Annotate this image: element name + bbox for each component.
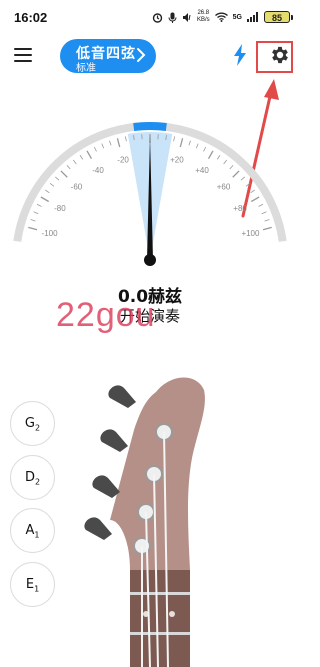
bass-headstock-illustration [84,377,205,667]
mic-icon [168,12,177,23]
menu-button[interactable] [14,46,32,64]
string-octave: 1 [34,584,40,594]
status-icons: 26.8 KB/s 5G 85 [152,10,293,24]
gauge-tick-label: -20 [117,156,129,165]
gauge-tick [264,219,270,222]
string-note: E [25,577,35,592]
gauge-tick-label: +80 [233,204,247,213]
gauge-tick [188,140,191,146]
annotation-highlight-box [256,41,293,73]
gauge-tick [49,182,55,187]
gauge-tick [33,211,39,215]
gauge-tick [45,189,50,194]
signal-label: 5G [232,13,242,21]
gauge-tick [30,219,36,222]
gauge-tick [79,155,84,160]
gauge-tick [258,203,264,207]
gauge-tick-label: -40 [92,166,104,175]
gauge-tick [262,226,272,231]
gauge-tick [55,176,60,181]
gauge-center-segment [133,122,167,131]
fret [130,632,190,635]
gauge-tick [250,196,260,203]
gauge-tick [28,226,38,231]
string-octave: 1 [34,530,40,540]
string-button-g2[interactable]: G2 [10,401,55,446]
hamburger-menu-icon [14,48,32,50]
string-button-e1[interactable]: E1 [10,562,55,607]
gauge-tick-label: +100 [241,229,260,238]
gauge-tick [66,165,71,170]
gauge-tick-label: -80 [54,204,66,213]
fret-marker [169,611,175,617]
string-note: D [24,470,35,485]
hamburger-line [14,60,32,62]
gauge-tick-label: +60 [217,182,231,191]
gauge-tick [245,182,251,187]
lightning-bolt-icon[interactable] [233,44,247,66]
net-speed: 26.8 KB/s [196,10,210,23]
gauge-tick [240,176,245,181]
gauge-tick [232,170,240,178]
gauge-tick [36,203,42,207]
bass-neck [130,570,190,667]
gauge-tick [261,211,267,215]
gauge-tick [195,143,199,149]
watermark: 22gou [56,296,156,334]
gauge-tick [116,138,121,148]
string-note: G [24,416,35,431]
gauge-tick [60,170,68,178]
gauge-tick-label: +20 [170,156,184,165]
wifi-icon [214,12,228,22]
gauge-tick [125,136,127,142]
chevron-right-icon [137,48,146,62]
status-time: 16:02 [14,10,48,25]
tuning-subtitle: 标准 [76,63,96,74]
gauge-tick [101,143,105,149]
gauge-tick [216,155,221,160]
gauge-tick [223,159,228,165]
gauge-tick-label: -100 [42,229,59,238]
gauge-tick [179,138,184,148]
gauge-tick [72,159,77,165]
fret [130,592,190,595]
gauge-tick [250,189,255,194]
gauge-tick [93,146,97,152]
signal-icon [247,12,258,22]
alarm-icon [152,12,163,23]
gauge-tick [229,165,234,170]
hamburger-line [14,54,32,56]
gauge-tick [173,136,175,142]
string-button-d2[interactable]: D2 [10,455,55,500]
string-octave: 2 [34,423,41,433]
gauge-tick [109,140,112,146]
tuning-selector-button[interactable]: 低音四弦 标准 [60,39,156,74]
gauge-tick [40,196,50,203]
mute-icon [182,12,191,22]
gauge-tick-label: +40 [195,166,209,175]
string-button-a1[interactable]: A1 [10,508,55,553]
gauge-needle-pivot [144,254,156,266]
gauge-tick-label: -60 [71,182,83,191]
gauge-tick [207,150,214,160]
tuner-gauge: -100 -80 -60 -40 -20 +20 +40 +60 +80 +100 [13,122,287,266]
battery-indicator: 85 [264,11,293,23]
string-octave: 2 [34,477,41,487]
gauge-tick [203,146,207,152]
status-bar: 16:02 26.8 KB/s 5G 85 [0,0,300,36]
gauge-tick [86,150,93,160]
